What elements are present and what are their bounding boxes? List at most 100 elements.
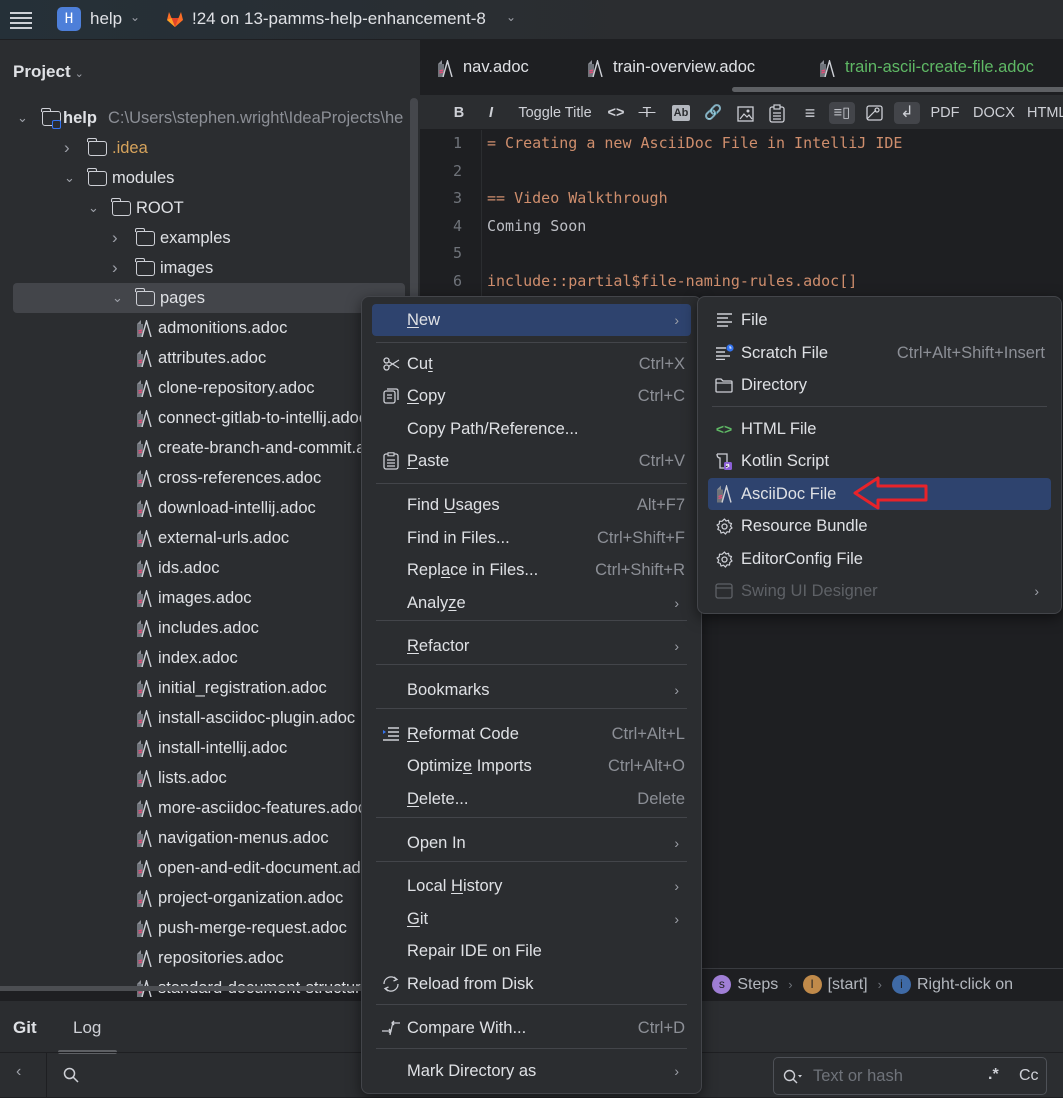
search-history-icon[interactable] xyxy=(783,1069,803,1085)
tree-file[interactable]: lists.adoc xyxy=(0,763,362,793)
preview-image-icon[interactable] xyxy=(866,105,883,121)
menu-item-resource-bundle[interactable]: Resource Bundle xyxy=(708,510,1051,542)
menu-item-git[interactable]: Git › xyxy=(372,903,691,935)
code-icon[interactable]: <> xyxy=(606,102,626,124)
tree-folder-ROOT[interactable]: ⌄ ROOT xyxy=(0,193,405,223)
tree-file[interactable]: initial_registration.adoc xyxy=(0,673,362,703)
menu-item-open-in[interactable]: Open In › xyxy=(372,827,691,859)
menu-item-swing-ui-designer[interactable]: Swing UI Designer › xyxy=(708,575,1051,607)
tree-folder-examples[interactable]: › examples xyxy=(0,223,405,253)
tab-train-ascii-create-file-adoc[interactable]: train-ascii-create-file.adoc xyxy=(820,58,1034,77)
tree-file[interactable]: project-organization.adoc xyxy=(0,883,362,913)
tree-file[interactable]: navigation-menus.adoc xyxy=(0,823,362,853)
chevron-right-icon[interactable]: › xyxy=(64,133,76,163)
bold-button[interactable]: B xyxy=(452,102,466,124)
menu-item-delete[interactable]: Delete... Delete xyxy=(372,783,691,815)
branch-dropdown[interactable]: !24 on 13-pamms-help-enhancement-8 xyxy=(192,9,486,29)
export-docx-button[interactable]: DOCX xyxy=(973,102,1015,124)
menu-item-editorconfig-file[interactable]: EditorConfig File xyxy=(708,543,1051,575)
chevron-down-icon[interactable]: ⌄ xyxy=(64,163,76,193)
menu-item-local-history[interactable]: Local History › xyxy=(372,870,691,902)
breadcrumb-item[interactable]: s Steps xyxy=(712,975,778,994)
menu-item-repair-ide-on-file[interactable]: Repair IDE on File xyxy=(372,935,691,967)
menu-item-cut[interactable]: Cut Ctrl+X xyxy=(372,348,691,380)
menu-item-html-file[interactable]: <> HTML File xyxy=(708,413,1051,445)
match-case-toggle[interactable]: Cc xyxy=(1019,1067,1039,1085)
tree-file[interactable]: create-branch-and-commit.adoc xyxy=(0,433,362,463)
breadcrumb-item[interactable]: l [start] xyxy=(802,975,868,994)
project-badge[interactable]: H xyxy=(57,7,81,31)
tree-file[interactable]: repositories.adoc xyxy=(0,943,362,973)
chevron-down-icon[interactable]: ⌄ xyxy=(88,193,100,223)
highlight-icon[interactable]: Ab xyxy=(672,105,690,121)
main-menu-icon[interactable] xyxy=(10,9,32,29)
tree-folder-images[interactable]: › images xyxy=(0,253,405,283)
soft-wrap-icon[interactable]: ↲ xyxy=(894,102,920,124)
tree-file[interactable]: clone-repository.adoc xyxy=(0,373,362,403)
project-name-dropdown[interactable]: help xyxy=(90,9,122,29)
code-line[interactable]: include::partial$file-naming-rules.adoc[… xyxy=(487,272,857,290)
search-icon[interactable] xyxy=(63,1067,79,1083)
menu-item-bookmarks[interactable]: Bookmarks › xyxy=(372,674,691,706)
tree-file[interactable]: push-merge-request.adoc xyxy=(0,913,362,943)
clipboard-icon[interactable] xyxy=(769,104,785,123)
horizontal-scrollbar[interactable] xyxy=(0,986,370,991)
tree-file[interactable]: admonitions.adoc xyxy=(0,313,362,343)
tree-file[interactable]: index.adoc xyxy=(0,643,362,673)
tree-file[interactable]: install-asciidoc-plugin.adoc xyxy=(0,703,362,733)
tree-file[interactable]: cross-references.adoc xyxy=(0,463,362,493)
menu-item-directory[interactable]: Directory xyxy=(708,369,1051,401)
tab-nav-adoc[interactable]: nav.adoc xyxy=(438,58,529,77)
menu-item-file[interactable]: File xyxy=(708,304,1051,336)
tree-file[interactable]: connect-gitlab-to-intellij.adoc xyxy=(0,403,362,433)
tree-file[interactable]: more-asciidoc-features.adoc xyxy=(0,793,362,823)
menu-item-copy-path-reference[interactable]: Copy Path/Reference... xyxy=(372,413,691,445)
code-line[interactable]: = Creating a new AsciiDoc File in Intell… xyxy=(487,134,902,152)
menu-item-copy[interactable]: Copy Ctrl+C xyxy=(372,380,691,412)
tree-folder-idea[interactable]: › .idea xyxy=(0,133,405,163)
project-view-selector[interactable]: Project ⌄ xyxy=(13,62,84,82)
menu-item-find-usages[interactable]: Find Usages Alt+F7 xyxy=(372,489,691,521)
menu-item-find-in-files[interactable]: Find in Files... Ctrl+Shift+F xyxy=(372,522,691,554)
chevron-right-icon[interactable]: › xyxy=(112,223,124,253)
link-icon[interactable]: 🔗 xyxy=(703,102,723,124)
code-line[interactable]: Coming Soon xyxy=(487,217,586,235)
strikethrough-icon[interactable]: T xyxy=(637,102,657,124)
code-line[interactable]: == Video Walkthrough xyxy=(487,189,668,207)
chevron-right-icon[interactable]: › xyxy=(112,253,124,283)
log-search-input[interactable]: Text or hash .* Cc xyxy=(773,1057,1047,1095)
breadcrumb-item[interactable]: i Right-click on xyxy=(891,975,1013,994)
menu-item-compare-with[interactable]: Compare With... Ctrl+D xyxy=(372,1012,691,1044)
chevron-down-icon[interactable]: ⌄ xyxy=(17,103,29,133)
tree-file[interactable]: open-and-edit-document.adoc xyxy=(0,853,362,883)
italic-button[interactable]: I xyxy=(484,102,498,124)
menu-item-analyze[interactable]: Analyze › xyxy=(372,587,691,619)
list-icon[interactable]: ≡ xyxy=(801,102,819,124)
tree-file[interactable]: images.adoc xyxy=(0,583,362,613)
menu-item-optimize-imports[interactable]: Optimize Imports Ctrl+Alt+O xyxy=(372,750,691,782)
tab-train-overview-adoc[interactable]: train-overview.adoc xyxy=(588,58,755,77)
menu-item-replace-in-files[interactable]: Replace in Files... Ctrl+Shift+R xyxy=(372,554,691,586)
tab-log[interactable]: Log xyxy=(73,1018,101,1038)
export-pdf-button[interactable]: PDF xyxy=(930,102,960,124)
chevron-down-icon[interactable]: ⌄ xyxy=(112,283,124,313)
menu-item-reload-from-disk[interactable]: Reload from Disk xyxy=(372,968,691,1000)
toggle-title-button[interactable]: Toggle Title xyxy=(515,102,595,124)
export-html-button[interactable]: HTML xyxy=(1027,102,1063,124)
tree-folder-pages[interactable]: ⌄ pages xyxy=(13,283,405,313)
tree-file[interactable]: attributes.adoc xyxy=(0,343,362,373)
tree-folder-modules[interactable]: ⌄ modules xyxy=(0,163,405,193)
tree-file[interactable]: download-intellij.adoc xyxy=(0,493,362,523)
menu-item-paste[interactable]: Paste Ctrl+V xyxy=(372,445,691,477)
image-icon[interactable] xyxy=(737,106,754,122)
menu-item-scratch-file[interactable]: Scratch File Ctrl+Alt+Shift+Insert xyxy=(708,337,1051,369)
tree-root-help[interactable]: ⌄ help C:\Users\stephen.wright\IdeaProject… xyxy=(0,103,405,133)
regex-toggle[interactable]: .* xyxy=(988,1066,999,1084)
tree-file[interactable]: includes.adoc xyxy=(0,613,362,643)
menu-item-mark-directory-as[interactable]: Mark Directory as › xyxy=(372,1055,691,1087)
tree-file[interactable]: ids.adoc xyxy=(0,553,362,583)
menu-item-kotlin-script[interactable]: Kotlin Script xyxy=(708,445,1051,477)
tree-file[interactable]: install-intellij.adoc xyxy=(0,733,362,763)
menu-item-refactor[interactable]: Refactor › xyxy=(372,630,691,662)
menu-item-reformat-code[interactable]: Reformat Code Ctrl+Alt+L xyxy=(372,718,691,750)
